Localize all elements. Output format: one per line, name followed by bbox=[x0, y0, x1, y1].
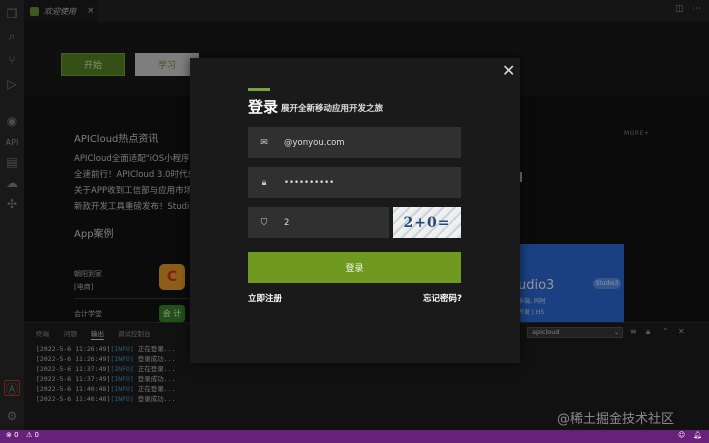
app-window: ❐ ⌕ ⑂ ▷ ◉ API ▤ ☁ ✣ Ⓐ ⚙ 欢迎使用 × ◫ ⋯ 开始 学习… bbox=[0, 0, 709, 443]
password-field[interactable]: 🔒︎ •••••••••• bbox=[248, 167, 461, 198]
warning-count[interactable]: ⚠ 0 bbox=[26, 431, 39, 439]
captcha-field[interactable]: ⛉ 2 bbox=[248, 207, 389, 238]
password-input[interactable]: •••••••••• bbox=[284, 178, 454, 188]
status-bar: ⊗ 0 ⚠ 0 ☺ 🔔︎ bbox=[0, 430, 709, 443]
lock-icon: 🔒︎ bbox=[261, 177, 267, 188]
feedback-icon[interactable]: ☺ bbox=[678, 431, 685, 439]
dialog-title: 登录 bbox=[248, 98, 279, 116]
register-link[interactable]: 立即注册 bbox=[248, 292, 282, 304]
forgot-password-link[interactable]: 忘记密码? bbox=[423, 292, 462, 304]
login-button[interactable]: 登录 bbox=[248, 252, 461, 283]
login-dialog: 登录 展开全新移动应用开发之旅 ✕ ✉ @yonyou.com 🔒︎ •••••… bbox=[190, 58, 520, 363]
dialog-subtitle: 展开全新移动应用开发之旅 bbox=[281, 104, 384, 114]
error-count[interactable]: ⊗ 0 bbox=[6, 431, 19, 439]
watermark: @稀土掘金技术社区 bbox=[557, 412, 675, 427]
email-field[interactable]: ✉ @yonyou.com bbox=[248, 127, 461, 158]
notifications-bell-icon[interactable]: 🔔︎ bbox=[693, 431, 702, 439]
captcha-image[interactable]: 2+0= bbox=[393, 207, 461, 238]
title-accent-bar bbox=[248, 88, 270, 91]
close-icon[interactable]: ✕ bbox=[502, 61, 515, 80]
captcha-input[interactable]: 2 bbox=[284, 218, 374, 228]
shield-icon: ⛉ bbox=[260, 217, 268, 228]
envelope-icon: ✉ bbox=[260, 137, 268, 148]
email-input[interactable]: @yonyou.com bbox=[284, 138, 454, 148]
